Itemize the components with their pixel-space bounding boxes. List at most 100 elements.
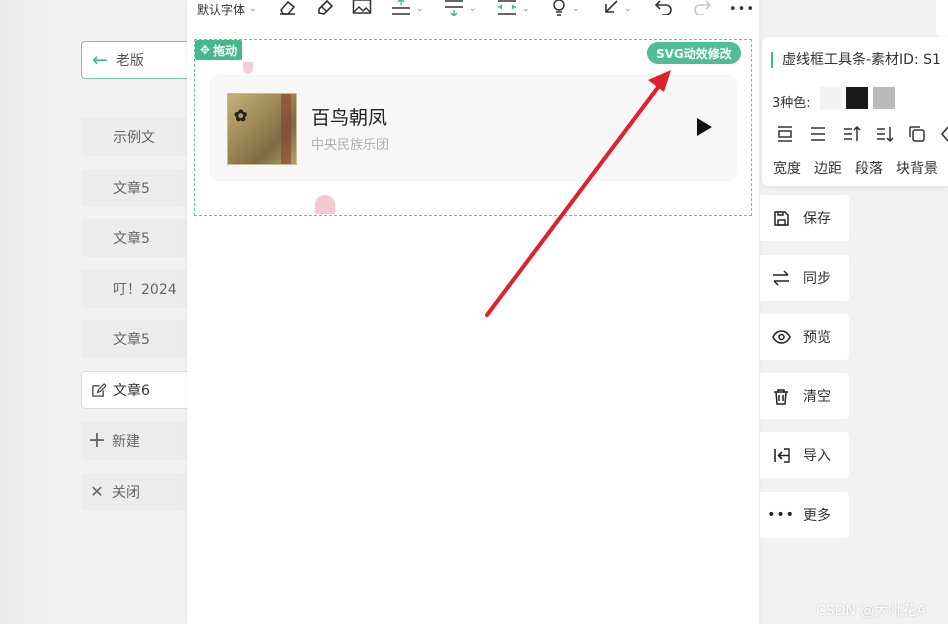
petal-decoration xyxy=(315,195,335,214)
save-button[interactable]: 保存 xyxy=(760,195,849,241)
song-title: 百鸟朝凤 xyxy=(311,107,388,129)
width-label: 宽度 xyxy=(773,161,801,177)
font-select[interactable]: 默认字体 ⌄ xyxy=(197,0,257,20)
sync-icon xyxy=(771,270,791,286)
redo-button[interactable] xyxy=(692,0,712,20)
doc-item[interactable]: 文章5 xyxy=(81,320,191,358)
color-swatch[interactable] xyxy=(820,87,842,109)
paragraph-spacing-button[interactable]: ⌄ xyxy=(443,0,477,20)
doc-item[interactable]: 文章5 xyxy=(81,219,191,257)
copy-icon[interactable] xyxy=(908,125,926,147)
image-icon xyxy=(352,0,372,19)
material-toolbar-panel: 虚线框工具条-素材ID: S1 3种色: 宽度 边距 段落 块背景 xyxy=(762,37,948,186)
save-label: 保存 xyxy=(803,211,831,227)
colors-label: 3种色: xyxy=(772,96,811,111)
doc-item-label: 文章5 xyxy=(113,231,150,247)
arrow-left-icon: ← xyxy=(92,48,108,71)
old-version-button[interactable]: ← 老版 xyxy=(81,41,191,79)
background-shade xyxy=(0,0,70,624)
arrow-down-left-icon xyxy=(602,0,620,20)
move-icon: ✥ xyxy=(200,43,211,57)
chevron-down-icon: ⌄ xyxy=(624,4,632,14)
drag-handle[interactable]: ✥ 拖动 xyxy=(195,40,243,60)
edit-icon xyxy=(89,382,107,398)
color-swatch[interactable] xyxy=(873,87,895,109)
doc-item[interactable]: 文章5 xyxy=(81,169,191,207)
block-background-label: 块背景 xyxy=(896,161,938,177)
format-brush-button[interactable] xyxy=(315,0,335,20)
bulb-button[interactable]: ⌄ xyxy=(550,0,580,20)
editor-canvas[interactable]: 默认字体 ⌄ ⌄ ⌄ ⌄ ⌄ ⌄ ••• ✥ 拖动 SVG动效修改 ✿ 百鸟朝凤… xyxy=(187,0,759,624)
redo-icon xyxy=(692,0,712,19)
preview-label: 预览 xyxy=(803,330,831,346)
doc-item-label: 示例文 xyxy=(113,130,155,146)
format-brush-icon xyxy=(315,0,335,19)
eye-icon xyxy=(771,330,791,344)
chevron-down-icon: ⌄ xyxy=(469,4,477,14)
play-icon[interactable] xyxy=(697,118,712,136)
clear-button[interactable]: 清空 xyxy=(760,373,849,419)
bulb-icon xyxy=(550,0,568,20)
import-button[interactable]: 导入 xyxy=(760,432,849,478)
sync-button[interactable]: 同步 xyxy=(760,255,849,301)
song-artist: 中央民族乐团 xyxy=(311,138,390,153)
new-doc-label: 新建 xyxy=(112,434,140,450)
undo-button[interactable] xyxy=(654,0,674,20)
image-button[interactable] xyxy=(352,0,372,20)
eraser-icon[interactable] xyxy=(940,125,948,147)
indent-icon xyxy=(496,0,518,20)
doc-item-active[interactable]: 文章6 xyxy=(81,371,191,409)
chevron-down-icon: ⌄ xyxy=(249,4,257,14)
album-strip xyxy=(281,94,291,164)
more-button[interactable]: ••• 更多 xyxy=(760,492,849,538)
eraser-button[interactable] xyxy=(278,0,298,20)
chevron-down-icon: ⌄ xyxy=(572,4,580,14)
doc-item[interactable]: 叮！2024 xyxy=(81,270,191,308)
arrow-insert-button[interactable]: ⌄ xyxy=(602,0,632,20)
preview-button[interactable]: 预览 xyxy=(760,314,849,360)
old-version-label: 老版 xyxy=(115,53,144,69)
sort-up-icon[interactable] xyxy=(842,125,862,147)
import-icon xyxy=(771,447,791,464)
music-card[interactable]: ✿ 百鸟朝凤 中央民族乐团 xyxy=(209,75,737,181)
align-top-icon[interactable] xyxy=(776,125,794,147)
album-cover: ✿ xyxy=(227,93,297,165)
right-panel-edge xyxy=(936,0,948,38)
plus-icon: + xyxy=(87,428,107,453)
trash-icon xyxy=(771,388,791,405)
svg-edit-button[interactable]: SVG动效修改 xyxy=(647,42,741,64)
new-doc-button[interactable]: + 新建 xyxy=(81,422,191,460)
more-toolbar-button[interactable]: ••• xyxy=(729,0,755,20)
chevron-down-icon: ⌄ xyxy=(416,4,424,14)
doc-item-label: 叮！2024 xyxy=(113,282,177,298)
margin-label: 边距 xyxy=(814,161,842,177)
close-button[interactable]: ✕ 关闭 xyxy=(81,473,191,511)
clear-label: 清空 xyxy=(803,389,831,405)
toolbar: 默认字体 ⌄ ⌄ ⌄ ⌄ ⌄ ⌄ ••• xyxy=(187,0,759,22)
album-emblem: ✿ xyxy=(234,106,248,125)
indent-button[interactable]: ⌄ xyxy=(496,0,530,20)
save-icon xyxy=(771,210,791,227)
chevron-down-icon: ⌄ xyxy=(522,4,530,14)
color-swatch[interactable] xyxy=(846,87,868,109)
petal-decoration xyxy=(243,62,253,74)
doc-item-label: 文章5 xyxy=(113,332,150,348)
undo-icon xyxy=(654,0,674,19)
more-label: 更多 xyxy=(803,508,831,524)
doc-item-label: 文章5 xyxy=(113,181,150,197)
doc-item-label: 文章6 xyxy=(113,383,150,399)
close-icon: ✕ xyxy=(90,482,104,501)
line-height-icon xyxy=(390,0,412,20)
align-middle-icon[interactable] xyxy=(809,125,827,147)
import-label: 导入 xyxy=(803,448,831,464)
font-select-label: 默认字体 xyxy=(197,2,246,17)
line-height-button[interactable]: ⌄ xyxy=(390,0,424,20)
paragraph-label: 段落 xyxy=(855,161,883,177)
drag-label: 拖动 xyxy=(213,43,238,58)
sort-down-icon[interactable] xyxy=(875,125,895,147)
more-icon: ••• xyxy=(767,507,795,523)
material-title: 虚线框工具条-素材ID: S1 xyxy=(771,52,941,68)
doc-item[interactable]: 示例文 xyxy=(81,118,191,156)
sync-label: 同步 xyxy=(803,271,831,287)
watermark: CSDN @大呲花A xyxy=(816,603,926,619)
